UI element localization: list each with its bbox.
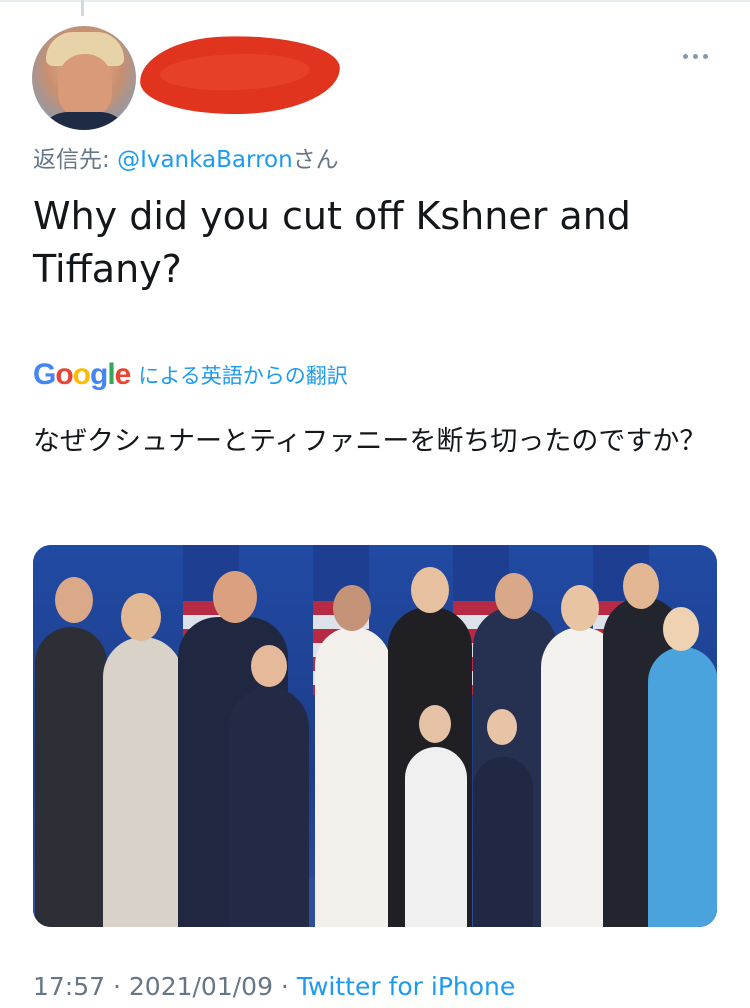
photo-person xyxy=(648,647,717,927)
photo-person xyxy=(405,747,467,927)
more-horizontal-icon[interactable] xyxy=(683,48,715,64)
reply-prefix: 返信先: xyxy=(33,147,118,173)
avatar[interactable] xyxy=(32,26,136,130)
tweet-text: Why did you cut off Kshner and Tiffany? xyxy=(33,194,631,292)
photo-person xyxy=(103,637,183,927)
photo-head xyxy=(495,573,533,619)
translated-text: なぜクシュナーとティファニーを断ち切ったのですか？ xyxy=(33,426,707,457)
logo-letter: l xyxy=(107,358,115,391)
mention-link[interactable]: @IvankaBarron xyxy=(117,147,293,173)
top-divider xyxy=(0,0,750,2)
photo-person xyxy=(35,627,107,927)
translation-attribution[interactable]: Google による英語からの翻訳 xyxy=(33,358,348,392)
photo-head xyxy=(561,585,599,631)
avatar-face xyxy=(58,54,112,118)
thread-line xyxy=(81,0,84,16)
meta-separator: · xyxy=(272,972,297,1001)
meta-separator: · xyxy=(105,972,129,1001)
photo-head xyxy=(663,607,699,651)
photo-head xyxy=(55,577,93,623)
photo-head xyxy=(419,705,451,743)
photo-person xyxy=(473,757,533,927)
logo-letter: g xyxy=(90,358,108,391)
logo-letter: o xyxy=(55,358,73,391)
photo-head xyxy=(623,563,659,609)
photo-head xyxy=(487,709,517,745)
logo-letter: G xyxy=(33,358,56,391)
logo-letter: e xyxy=(114,358,132,391)
tweet-date: 2021/01/09 xyxy=(128,972,273,1001)
tweet-meta: 17:57 · 2021/01/09 · Twitter for iPhone xyxy=(33,972,515,1001)
replying-to: 返信先: @IvankaBarronさん xyxy=(33,140,339,174)
photo-head xyxy=(333,585,371,631)
photo-person xyxy=(315,627,391,927)
reply-suffix: さん xyxy=(292,147,339,173)
google-logo: Google xyxy=(33,358,132,392)
tweet-time: 17:57 xyxy=(33,972,106,1001)
more-dot xyxy=(703,53,708,59)
redacted-username xyxy=(138,32,342,118)
more-dot xyxy=(693,53,698,59)
avatar-suit xyxy=(38,112,130,130)
photo-head xyxy=(251,645,287,687)
tweet-photo[interactable] xyxy=(33,545,717,927)
more-dot xyxy=(683,53,688,59)
photo-person xyxy=(229,687,309,927)
tweet-source[interactable]: Twitter for iPhone xyxy=(297,972,515,1001)
photo-head xyxy=(411,567,449,613)
photo-head xyxy=(213,571,257,623)
photo-head xyxy=(121,593,161,641)
translate-label[interactable]: による英語からの翻訳 xyxy=(138,360,347,390)
logo-letter: o xyxy=(72,358,91,391)
